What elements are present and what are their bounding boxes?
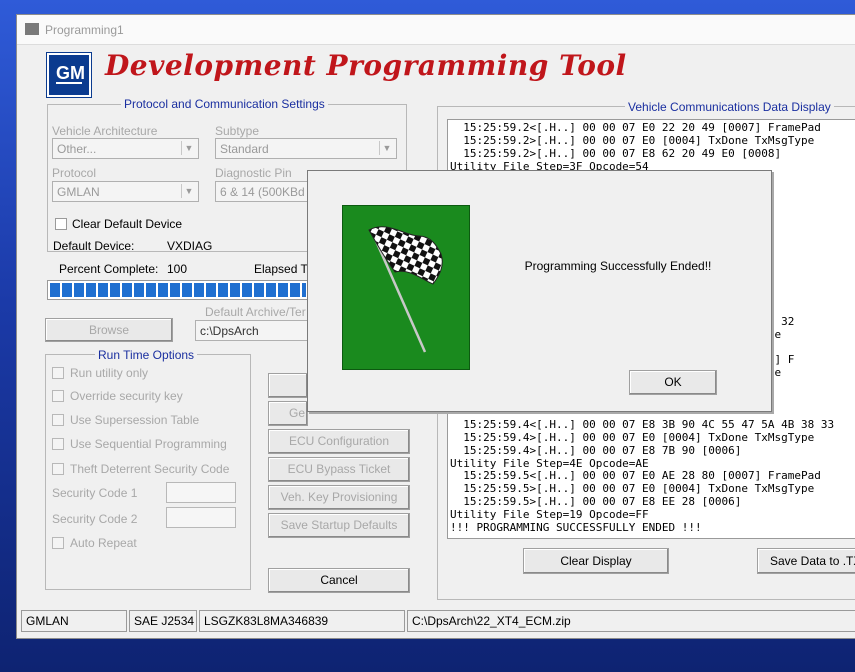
percent-complete-value: 100 [167,262,188,276]
log-line: 15:25:59.2<[.H..] 00 00 07 E0 22 20 49 [… [450,121,821,134]
clear-display-button[interactable]: Clear Display [523,548,669,574]
default-device-value: VXDIAG [167,239,213,253]
diagnostic-pin-select[interactable]: 6 & 14 (500KBd [215,181,309,202]
status-protocol: GMLAN [21,610,127,632]
browse-button[interactable]: Browse [45,318,173,342]
override-security-key-checkbox[interactable] [52,390,64,402]
protocol-select[interactable]: GMLAN ▼ [52,181,199,202]
log-line: 15:25:59.4<[.H..] 00 00 07 E8 3B 90 4C 5… [450,417,835,431]
vehicle-architecture-select[interactable]: Other... ▼ [52,138,199,159]
app-title: Development Programming Tool [105,49,627,82]
title-bar[interactable]: Programming1 [17,15,855,45]
gm-logo-text: GM [56,63,85,84]
auto-repeat-label: Auto Repeat [70,536,137,550]
default-archive-label: Default Archive/Ter [205,305,306,319]
use-supersession-table-checkbox[interactable] [52,414,64,426]
app-window-icon [25,23,39,35]
clear-default-device-checkbox[interactable] [55,218,67,230]
percent-complete-label: Percent Complete: [59,262,159,276]
protocol-label: Protocol [52,166,97,180]
auto-repeat-checkbox[interactable] [52,537,64,549]
save-data-button[interactable]: Save Data to .TX [757,548,855,574]
subtype-value: Standard [220,142,269,156]
log-line: 15:25:59.2>[.H..] 00 00 07 E8 62 20 49 E… [450,146,782,160]
security-code-1-input[interactable] [166,482,236,503]
subtype-label: Subtype [215,124,260,138]
status-file: C:\DpsArch\22_XT4_ECM.zip [407,610,855,632]
vehicle-comms-title: Vehicle Communications Data Display [625,100,834,114]
chevron-down-icon: ▼ [379,141,394,155]
run-utility-only-checkbox[interactable] [52,367,64,379]
diagnostic-pin-value: 6 & 14 (500KBd [220,185,305,199]
security-code-2-input[interactable] [166,507,236,528]
save-startup-defaults-button[interactable]: Save Startup Defaults [268,513,410,538]
programming-window: Programming1 GM Development Programming … [16,14,855,639]
status-standard: SAE J2534 [129,610,197,632]
default-device-label: Default Device: [53,239,135,253]
success-message: Programming Successfully Ended!! [524,259,712,273]
chevron-down-icon: ▼ [181,184,196,198]
vehicle-architecture-label: Vehicle Architecture [52,124,158,138]
theft-deterrent-label: Theft Deterrent Security Code [70,462,230,476]
diagnostic-pin-label: Diagnostic Pin [215,166,292,180]
security-code-2-label: Security Code 2 [52,512,138,526]
ok-button[interactable]: OK [629,370,717,395]
generate-button[interactable]: Ge [268,401,308,426]
cancel-button[interactable]: Cancel [268,568,410,593]
flag-image-panel [342,205,470,370]
progress-fill [50,283,306,297]
clear-default-device-label: Clear Default Device [72,217,183,231]
status-vin: LSGZK83L8MA346839 [199,610,405,632]
chevron-down-icon: ▼ [181,141,196,155]
log-line: 15:25:59.2>[.H..] 00 00 07 E0 [0004] TxD… [450,133,815,147]
archive-path-input[interactable]: c:\DpsArch [195,320,309,341]
use-supersession-table-label: Use Supersession Table [70,413,200,427]
run-utility-only-label: Run utility only [70,366,149,380]
ecu-configuration-button[interactable]: ECU Configuration [268,429,410,454]
log-line: 15:25:59.4>[.H..] 00 00 07 E0 [0004] TxD… [450,430,815,444]
success-dialog: Programming Successfully Ended!! OK [307,170,772,412]
protocol-value: GMLAN [57,185,100,199]
veh-key-provisioning-button[interactable]: Veh. Key Provisioning [268,485,410,510]
elapsed-time-label: Elapsed T [254,262,308,276]
theft-deterrent-checkbox[interactable] [52,463,64,475]
partial-hidden-button[interactable] [268,373,308,398]
use-sequential-programming-checkbox[interactable] [52,438,64,450]
protocol-settings-title: Protocol and Communication Settings [121,97,328,111]
ecu-bypass-ticket-button[interactable]: ECU Bypass Ticket [268,457,410,482]
log-line: 15:25:59.4>[.H..] 00 00 07 E8 7B 90 [000… [450,443,742,457]
security-code-1-label: Security Code 1 [52,486,138,500]
gm-logo: GM [46,52,92,98]
checkered-flag-icon [368,226,443,353]
run-time-options-title: Run Time Options [95,348,198,362]
window-title: Programming1 [45,23,124,37]
vehicle-architecture-value: Other... [57,142,97,156]
use-sequential-programming-label: Use Sequential Programming [70,437,227,451]
override-security-key-label: Override security key [70,389,183,403]
progress-bar [47,280,309,300]
status-bar: GMLAN SAE J2534 LSGZK83L8MA346839 C:\Dps… [21,610,855,632]
log-line: !!! PROGRAMMING SUCCESSFULLY ENDED !!! [450,521,702,535]
subtype-select[interactable]: Standard ▼ [215,138,397,159]
